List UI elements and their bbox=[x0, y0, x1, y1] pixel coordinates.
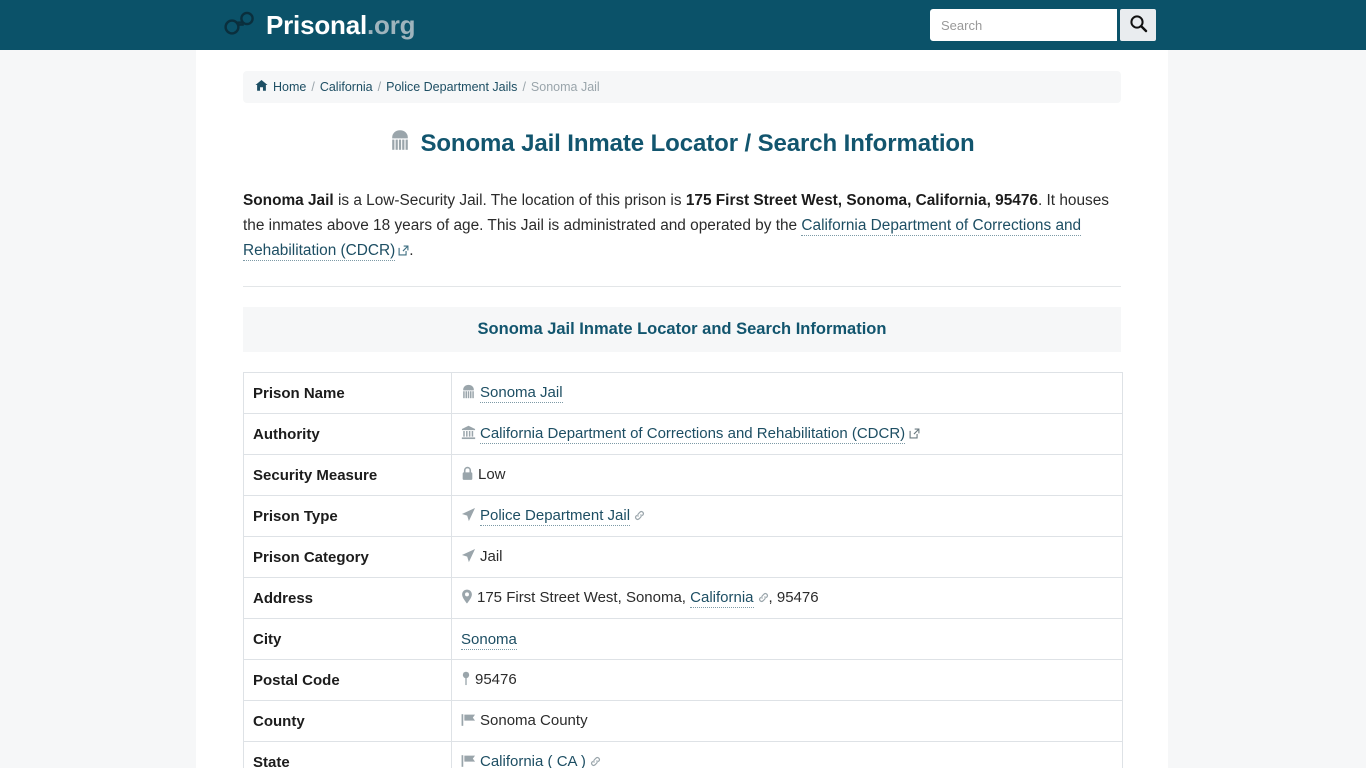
breadcrumb-item-california[interactable]: California bbox=[320, 80, 373, 94]
address-state-link[interactable]: California bbox=[690, 588, 754, 608]
row-label-state: State bbox=[243, 741, 452, 768]
row-value-postal-code: 95476 bbox=[451, 659, 1123, 701]
map-marker-icon bbox=[461, 589, 473, 608]
table-row: Prison Type Police Department Jail bbox=[243, 495, 1123, 537]
row-label-prison-name: Prison Name bbox=[243, 372, 452, 414]
home-icon bbox=[255, 79, 268, 95]
row-value-prison-type: Police Department Jail bbox=[451, 495, 1123, 537]
flag-icon bbox=[461, 713, 476, 731]
jail-building-icon bbox=[461, 384, 476, 403]
row-value-prison-category: Jail bbox=[451, 536, 1123, 578]
prison-type-link[interactable]: Police Department Jail bbox=[480, 506, 631, 526]
section-divider bbox=[243, 286, 1121, 287]
link-icon bbox=[634, 508, 645, 525]
postal-code-value: 95476 bbox=[475, 670, 517, 688]
row-label-prison-type: Prison Type bbox=[243, 495, 452, 537]
link-icon bbox=[758, 590, 769, 607]
location-arrow-icon bbox=[461, 548, 476, 567]
table-row: Prison Category Jail bbox=[243, 536, 1123, 578]
table-row: City Sonoma bbox=[243, 618, 1123, 660]
row-label-authority: Authority bbox=[243, 413, 452, 455]
flag-icon bbox=[461, 754, 476, 768]
location-arrow-icon bbox=[461, 507, 476, 526]
authority-link[interactable]: California Department of Corrections and… bbox=[480, 424, 906, 444]
prison-info-table: Prison Name Sonoma Jail Authority Califo… bbox=[243, 372, 1123, 768]
state-link[interactable]: California ( CA ) bbox=[480, 752, 586, 768]
row-label-city: City bbox=[243, 618, 452, 660]
row-value-city: Sonoma bbox=[451, 618, 1123, 660]
page-background: Home / California / Police Department Ja… bbox=[0, 50, 1366, 768]
city-link[interactable]: Sonoma bbox=[461, 630, 517, 650]
county-value: Sonoma County bbox=[480, 711, 588, 729]
row-value-address: 175 First Street West, Sonoma, Californi… bbox=[451, 577, 1123, 619]
brand-tld: .org bbox=[367, 10, 416, 40]
link-icon bbox=[590, 754, 601, 768]
row-value-authority: California Department of Corrections and… bbox=[451, 413, 1123, 455]
page-title-text: Sonoma Jail Inmate Locator / Search Info… bbox=[420, 129, 975, 157]
intro-address: 175 First Street West, Sonoma, Californi… bbox=[685, 192, 1038, 209]
breadcrumb-separator: / bbox=[522, 80, 526, 94]
breadcrumb-item-police-department-jails[interactable]: Police Department Jails bbox=[386, 80, 517, 94]
map-pin-icon bbox=[461, 671, 471, 690]
table-row: Security Measure Low bbox=[243, 454, 1123, 496]
table-row: Postal Code 95476 bbox=[243, 659, 1123, 701]
row-value-prison-name: Sonoma Jail bbox=[451, 372, 1123, 414]
handcuffs-icon bbox=[222, 10, 256, 41]
prison-name-link[interactable]: Sonoma Jail bbox=[480, 383, 563, 403]
intro-text-1: is a Low-Security Jail. The location of … bbox=[333, 192, 686, 209]
search-button[interactable] bbox=[1120, 9, 1156, 41]
bank-icon bbox=[461, 425, 476, 444]
row-label-address: Address bbox=[243, 577, 452, 619]
table-row: Address 175 First Street West, Sonoma, C… bbox=[243, 577, 1123, 619]
external-link-icon bbox=[398, 243, 409, 260]
table-row: Authority California Department of Corre… bbox=[243, 413, 1123, 455]
search-form bbox=[930, 9, 1156, 41]
table-row: County Sonoma County bbox=[243, 700, 1123, 742]
security-measure-value: Low bbox=[478, 465, 506, 483]
breadcrumb-separator: / bbox=[311, 80, 315, 94]
breadcrumb: Home / California / Police Department Ja… bbox=[243, 71, 1121, 103]
row-value-county: Sonoma County bbox=[451, 700, 1123, 742]
brand-logo-link[interactable]: Prisonal.org bbox=[222, 0, 416, 50]
row-value-security-measure: Low bbox=[451, 454, 1123, 496]
prison-info-table-body: Prison Name Sonoma Jail Authority Califo… bbox=[243, 372, 1123, 768]
row-label-county: County bbox=[243, 700, 452, 742]
search-input[interactable] bbox=[930, 9, 1117, 41]
section-heading: Sonoma Jail Inmate Locator and Search In… bbox=[243, 307, 1121, 352]
table-row: State California ( CA ) bbox=[243, 741, 1123, 768]
breadcrumb-item-current: Sonoma Jail bbox=[530, 80, 600, 94]
external-link-icon bbox=[909, 426, 920, 443]
row-value-state: California ( CA ) bbox=[451, 741, 1123, 768]
intro-prison-name: Sonoma Jail bbox=[243, 192, 334, 209]
search-icon bbox=[1129, 14, 1148, 36]
lock-icon bbox=[461, 466, 474, 485]
address-prefix: 175 First Street West, Sonoma, bbox=[477, 588, 691, 606]
intro-paragraph: Sonoma Jail is a Low-Security Jail. The … bbox=[243, 188, 1121, 264]
jail-building-icon bbox=[389, 129, 411, 158]
table-row: Prison Name Sonoma Jail bbox=[243, 372, 1123, 414]
page-title: Sonoma Jail Inmate Locator / Search Info… bbox=[243, 129, 1121, 158]
breadcrumb-item-home[interactable]: Home bbox=[273, 80, 306, 94]
row-label-security-measure: Security Measure bbox=[243, 454, 452, 496]
site-header: Prisonal.org bbox=[0, 0, 1366, 50]
prison-category-value: Jail bbox=[480, 547, 503, 565]
content-container: Home / California / Police Department Ja… bbox=[196, 50, 1168, 768]
row-label-postal-code: Postal Code bbox=[243, 659, 452, 701]
intro-text-3: . bbox=[409, 242, 414, 259]
breadcrumb-separator: / bbox=[377, 80, 382, 94]
address-suffix: , 95476 bbox=[768, 588, 819, 606]
brand-name: Prisonal.org bbox=[266, 10, 416, 40]
row-label-prison-category: Prison Category bbox=[243, 536, 452, 578]
